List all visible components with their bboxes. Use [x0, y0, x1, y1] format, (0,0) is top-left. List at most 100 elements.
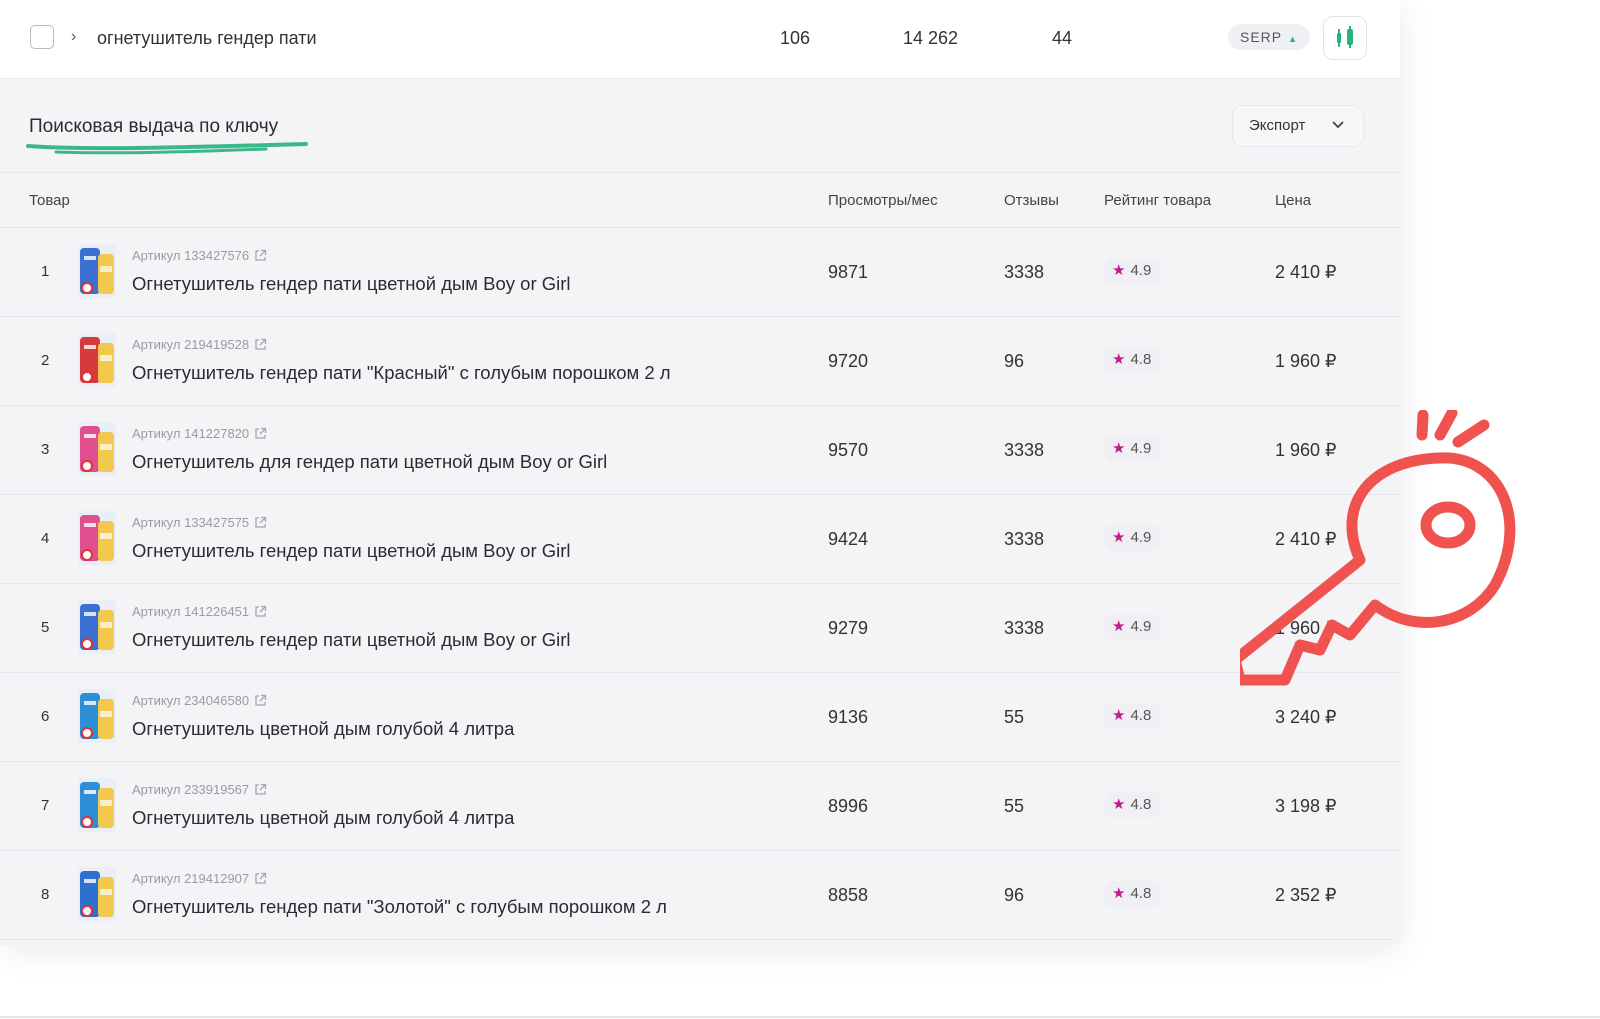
chevron-down-icon: [1331, 106, 1345, 162]
product-thumbnail[interactable]: [78, 244, 116, 298]
serp-button[interactable]: SERP ▲: [1228, 24, 1311, 50]
row-index: 1: [41, 263, 50, 280]
views-value: 9279: [828, 618, 869, 638]
row-index: 8: [41, 886, 50, 903]
product-name[interactable]: Огнетушитель гендер пати цветной дым Boy…: [132, 629, 571, 651]
header-product[interactable]: Товар: [29, 192, 70, 209]
views-value: 8858: [828, 885, 869, 905]
external-link-icon[interactable]: [254, 783, 267, 799]
header-reviews[interactable]: Отзывы: [1004, 192, 1059, 209]
star-icon: ★: [1112, 796, 1126, 813]
product-thumbnail[interactable]: [78, 778, 116, 832]
rating-value: 4.8: [1130, 707, 1152, 724]
price-value: 1 960 ₽: [1275, 351, 1337, 371]
views-value: 8996: [828, 796, 869, 816]
row-checkbox[interactable]: [30, 25, 54, 49]
keyword-card: › огнетушитель гендер пати 106 14 262 44…: [0, 0, 1400, 946]
views-value: 9136: [828, 707, 869, 727]
views-value: 9424: [828, 529, 869, 549]
sku-label: Артикул 219412907: [132, 871, 267, 888]
price-value: 2 410 ₽: [1275, 262, 1337, 282]
reviews-value: 3338: [1004, 618, 1045, 638]
keyword-row[interactable]: › огнетушитель гендер пати 106 14 262 44…: [0, 0, 1400, 79]
row-index: 4: [41, 530, 50, 547]
product-name[interactable]: Огнетушитель цветной дым голубой 4 литра: [132, 807, 514, 829]
header-price[interactable]: Цена: [1275, 192, 1311, 209]
product-thumbnail[interactable]: [78, 511, 116, 565]
sku-text: Артикул 219412907: [132, 871, 250, 886]
star-icon: ★: [1112, 707, 1126, 724]
product-thumbnail[interactable]: [78, 333, 116, 387]
external-link-icon[interactable]: [254, 249, 267, 265]
star-icon: ★: [1112, 351, 1126, 368]
export-label: Экспорт: [1249, 117, 1306, 134]
serp-arrow-icon: ▲: [1288, 34, 1299, 44]
product-name[interactable]: Огнетушитель гендер пати цветной дым Boy…: [132, 540, 571, 562]
reviews-value: 3338: [1004, 262, 1045, 282]
table-row[interactable]: 8 Артикул 219412907 Огнетушитель гендер па…: [0, 849, 1400, 940]
header-views[interactable]: Просмотры/мес: [828, 192, 938, 209]
row-index: 7: [41, 797, 50, 814]
table-row[interactable]: 5 Артикул 141226451 Огнетушитель гендер па…: [0, 582, 1400, 673]
product-thumbnail[interactable]: [78, 422, 116, 476]
external-link-icon[interactable]: [254, 427, 267, 443]
sku-label: Артикул 233919567: [132, 782, 267, 799]
row-index: 5: [41, 619, 50, 636]
table-row[interactable]: 2 Артикул 219419528 Огнетушитель гендер па…: [0, 315, 1400, 406]
external-link-icon[interactable]: [254, 872, 267, 888]
table-row[interactable]: 6 Артикул 234046580 Огнетушитель цветной д…: [0, 671, 1400, 762]
section-title: Поисковая выдача по ключу: [29, 116, 279, 137]
rating-value: 4.9: [1130, 440, 1152, 457]
product-name[interactable]: Огнетушитель для гендер пати цветной дым…: [132, 451, 607, 473]
rating-badge: ★ 4.9: [1104, 525, 1162, 551]
rating-badge: ★ 4.9: [1104, 436, 1162, 462]
sku-text: Артикул 141226451: [132, 604, 250, 619]
external-link-icon[interactable]: [254, 605, 267, 621]
external-link-icon[interactable]: [254, 516, 267, 532]
rating-badge: ★ 4.8: [1104, 703, 1162, 729]
views-value: 9871: [828, 262, 869, 282]
star-icon: ★: [1112, 262, 1126, 279]
reviews-value: 96: [1004, 351, 1025, 371]
rating-badge: ★ 4.9: [1104, 614, 1162, 640]
sku-label: Артикул 133427576: [132, 248, 267, 265]
serp-label: SERP: [1240, 29, 1283, 45]
rating-value: 4.9: [1130, 262, 1152, 279]
row-index: 6: [41, 708, 50, 725]
table-row[interactable]: 4 Артикул 133427575 Огнетушитель гендер па…: [0, 493, 1400, 584]
reviews-value: 3338: [1004, 529, 1045, 549]
views-value: 9570: [828, 440, 869, 460]
product-thumbnail[interactable]: [78, 867, 116, 921]
views-value: 9720: [828, 351, 869, 371]
header-rating[interactable]: Рейтинг товара: [1104, 192, 1211, 209]
external-link-icon[interactable]: [254, 338, 267, 354]
product-name[interactable]: Огнетушитель гендер пати цветной дым Boy…: [132, 273, 571, 295]
product-thumbnail[interactable]: [78, 600, 116, 654]
chevron-right-icon[interactable]: ›: [71, 28, 76, 46]
rating-badge: ★ 4.8: [1104, 881, 1162, 907]
sku-text: Артикул 133427576: [132, 248, 250, 263]
product-name[interactable]: Огнетушитель гендер пати "Красный" с гол…: [132, 362, 671, 384]
rating-value: 4.8: [1130, 885, 1152, 902]
rating-badge: ★ 4.8: [1104, 792, 1162, 818]
rating-value: 4.8: [1130, 351, 1152, 368]
reviews-value: 55: [1004, 707, 1025, 727]
reviews-value: 3338: [1004, 440, 1045, 460]
keyword-text: огнетушитель гендер пати: [97, 28, 317, 48]
table-row[interactable]: 3 Артикул 141227820 Огнетушитель для генде…: [0, 404, 1400, 495]
external-link-icon[interactable]: [254, 694, 267, 710]
chart-button[interactable]: [1323, 16, 1367, 60]
export-button[interactable]: Экспорт: [1232, 105, 1364, 147]
chart-icon: [1337, 26, 1353, 48]
table-row[interactable]: 7 Артикул 233919567 Огнетушитель цветной д…: [0, 760, 1400, 851]
key-illustration: [1240, 410, 1516, 686]
keyword-metric-3: 44: [1052, 28, 1073, 48]
product-name[interactable]: Огнетушитель гендер пати "Золотой" с гол…: [132, 896, 667, 918]
price-value: 3 198 ₽: [1275, 796, 1337, 816]
table-row[interactable]: 1 Артикул 133427576 Огнетушитель гендер па…: [0, 226, 1400, 317]
product-name[interactable]: Огнетушитель цветной дым голубой 4 литра: [132, 718, 514, 740]
product-thumbnail[interactable]: [78, 689, 116, 743]
sku-label: Артикул 141227820: [132, 426, 267, 443]
rating-value: 4.9: [1130, 529, 1152, 546]
rating-badge: ★ 4.9: [1104, 258, 1162, 284]
